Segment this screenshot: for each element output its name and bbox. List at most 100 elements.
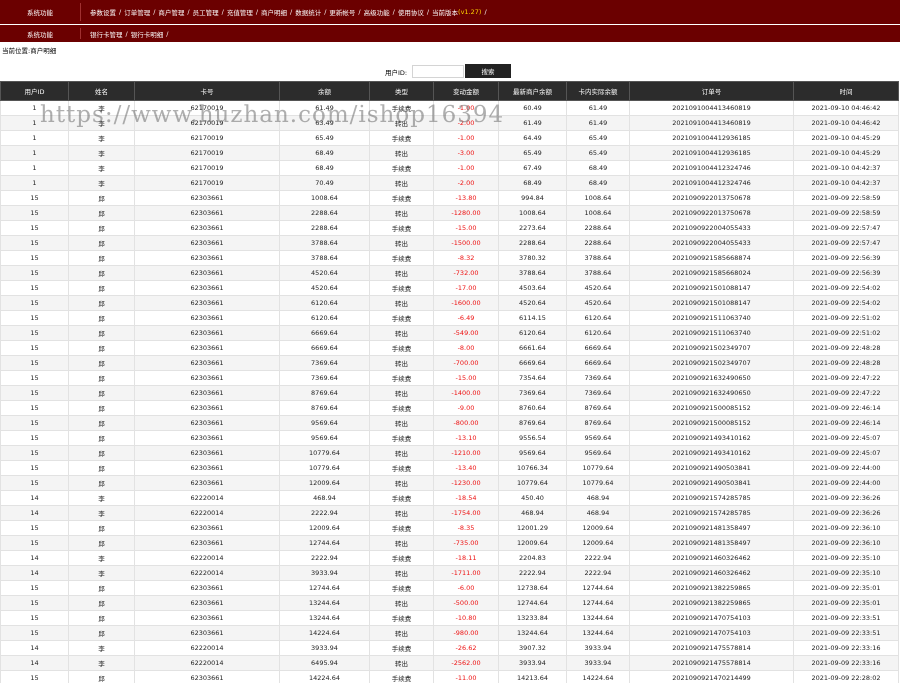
table-cell: -8.32 (433, 250, 499, 266)
menu-item[interactable]: 更新帐号 (329, 7, 355, 17)
table-cell: -1600.00 (433, 295, 499, 311)
table-cell: 邱 (68, 220, 135, 236)
table-row: 15 邱 62303661 10779.64 手续费 -13.40 10766.34 1077… (0, 460, 899, 476)
table-cell: 68.49 (279, 160, 370, 176)
table-cell: 2021090921511063740 (629, 310, 794, 326)
table-cell: 2021-09-09 22:33:16 (793, 640, 899, 656)
table-cell: -13.10 (433, 430, 499, 446)
table-cell: 2222.94 (279, 505, 370, 521)
table-cell: 手续费 (369, 460, 434, 476)
table-row: 15 邱 62303661 4520.64 转出 -732.00 3788.64 3788.6… (0, 265, 899, 281)
table-cell: 邱 (68, 520, 135, 536)
table-cell: 2021090921502349707 (629, 340, 794, 356)
table-cell: -732.00 (433, 265, 499, 281)
table-cell: 2021-09-09 22:56:39 (793, 265, 899, 281)
menu-item[interactable]: 员工管理 (193, 7, 219, 17)
table-cell: 62303661 (134, 205, 280, 221)
table-cell: 15 (0, 205, 69, 221)
table-cell: 手续费 (369, 310, 434, 326)
table-cell: 62303661 (134, 625, 280, 641)
table-cell: 2222.94 (566, 565, 630, 581)
sub-menu: 银行卡管理 / 银行卡明细 / (90, 25, 171, 42)
table-cell: 68.49 (566, 175, 630, 191)
table-cell: 手续费 (369, 430, 434, 446)
table-cell: 62303661 (134, 670, 280, 683)
table-cell: 13244.64 (279, 595, 370, 611)
table-cell: 12009.64 (566, 520, 630, 536)
table-cell: 63.49 (279, 115, 370, 131)
table-cell: 8769.64 (498, 415, 567, 431)
table-cell: 2021-09-09 22:45:07 (793, 430, 899, 446)
menu-item[interactable]: 高级功能 (364, 7, 390, 17)
table-cell: 2021-09-09 22:46:14 (793, 400, 899, 416)
table-cell: -1500.00 (433, 235, 499, 251)
table-cell: 2288.64 (566, 220, 630, 236)
menu-item[interactable]: 订单管理 (124, 7, 150, 17)
table-cell: 2021090921490503841 (629, 460, 794, 476)
menu-item[interactable]: 当前版本 (432, 7, 458, 17)
table-cell: 8769.64 (279, 400, 370, 416)
menu-item[interactable]: 商户管理 (158, 7, 184, 17)
table-cell: 邱 (68, 610, 135, 626)
table-cell: 手续费 (369, 340, 434, 356)
table-cell: 手续费 (369, 160, 434, 176)
table-cell: 13244.64 (566, 610, 630, 626)
table-cell: -500.00 (433, 595, 499, 611)
table-cell: 邱 (68, 355, 135, 371)
table-row: 14 李 62220014 3933.94 手续费 -26.62 3907.32 3933.9… (0, 640, 899, 656)
table-cell: 李 (68, 565, 135, 581)
table-cell: 468.94 (566, 490, 630, 506)
menu-item[interactable]: 银行卡管理 (90, 29, 123, 39)
table-cell: 15 (0, 265, 69, 281)
table-cell: 李 (68, 145, 135, 161)
table-cell: 12009.64 (279, 520, 370, 536)
table-cell: 14 (0, 505, 69, 521)
menu-item[interactable]: 商户明细 (261, 7, 287, 17)
table-cell: 15 (0, 370, 69, 386)
table-cell: 10766.34 (498, 460, 567, 476)
table-cell: 15 (0, 220, 69, 236)
table-cell: 13244.64 (498, 625, 567, 641)
user-id-input[interactable] (412, 65, 464, 78)
table-row: 15 邱 62303661 6120.64 手续费 -6.49 6114.15 6120.64… (0, 310, 899, 326)
table-cell: 2222.94 (279, 550, 370, 566)
table-cell: 7369.64 (566, 370, 630, 386)
search-button[interactable]: 搜索 (465, 64, 511, 78)
table-cell: -1.00 (433, 130, 499, 146)
table-cell: -1400.00 (433, 385, 499, 401)
menu-item[interactable]: 银行卡明细 (131, 29, 164, 39)
menu-item[interactable]: 参数设置 (90, 7, 116, 17)
table-cell: 2288.64 (279, 220, 370, 236)
table-row: 1 李 62170019 61.49 手续费 -1.00 60.49 61.49 2021091… (0, 100, 899, 116)
table-cell: 2021090921574285785 (629, 490, 794, 506)
table-cell: 6120.64 (279, 295, 370, 311)
table-cell: 2021090921493410162 (629, 430, 794, 446)
table-cell: 13244.64 (566, 625, 630, 641)
table-cell: 2021090922013750678 (629, 205, 794, 221)
table-cell: 6661.64 (498, 340, 567, 356)
table-cell: 1 (0, 160, 69, 176)
nav-section-label: 系统功能 (27, 9, 53, 17)
table-cell: 62303661 (134, 310, 280, 326)
menu-item[interactable]: 使用协议 (398, 7, 424, 17)
table-cell: 2021-09-09 22:33:16 (793, 655, 899, 671)
table-cell: 10779.64 (566, 460, 630, 476)
table-cell: 68.49 (279, 145, 370, 161)
table-row: 1 李 62170019 70.49 转出 -2.00 68.49 68.49 20210910… (0, 175, 899, 191)
table-row: 15 邱 62303661 7369.64 手续费 -15.00 7354.64 7369.6… (0, 370, 899, 386)
table-row: 15 邱 62303661 12009.64 手续费 -8.35 12001.29 12009… (0, 520, 899, 536)
table-header-row: 用户ID 姓名 卡号 余额 类型 变动金额 最新商户余额 卡内实际余额 订单号 时间 (0, 81, 899, 101)
table-cell: 1 (0, 175, 69, 191)
table-cell: 62170019 (134, 100, 280, 116)
table-row: 15 邱 62303661 13244.64 转出 -500.00 12744.64 1274… (0, 595, 899, 611)
top-nav-bar: 系统功能 参数设置 / 订单管理 / 商户管理 / 员工管理 / 充值管理 / 商户明细 / 数据统计 /… (0, 0, 900, 24)
nav-section-label-2: 系统功能 (27, 30, 53, 39)
table-cell: 2021090922004055433 (629, 220, 794, 236)
search-bar: 用户ID: 搜索 (0, 62, 900, 80)
table-cell: 1008.64 (279, 190, 370, 206)
table-cell: 邱 (68, 595, 135, 611)
table-cell: 9569.64 (566, 430, 630, 446)
menu-item[interactable]: 充值管理 (227, 7, 253, 17)
table-cell: 12009.64 (566, 535, 630, 551)
menu-item[interactable]: 数据统计 (295, 7, 321, 17)
